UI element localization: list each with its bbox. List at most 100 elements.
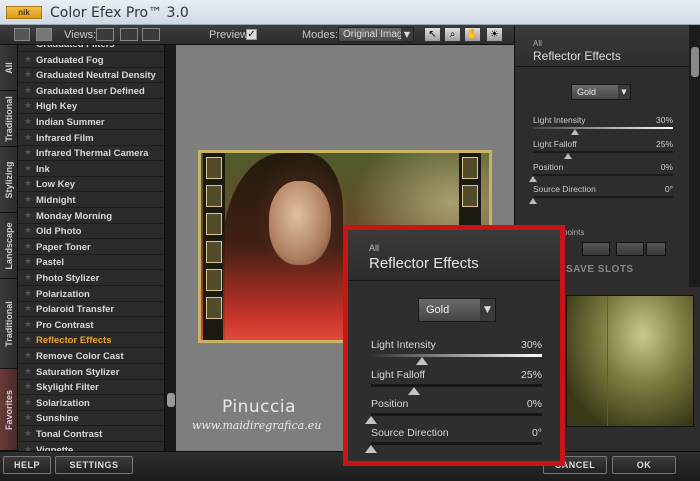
filter-list-item[interactable]: ★ Polaroid Transfer: [18, 302, 164, 318]
slider-thumb[interactable]: [365, 445, 377, 453]
slider-source-direction[interactable]: Source Direction 0°: [529, 184, 673, 208]
filter-list-item[interactable]: ★ Graduated Fog: [18, 53, 164, 68]
favorite-star-icon[interactable]: ★: [24, 429, 32, 439]
filter-list-item[interactable]: ★ Low Key: [18, 177, 164, 193]
slider-track[interactable]: [533, 127, 673, 129]
favorite-star-icon[interactable]: ★: [24, 211, 32, 221]
filter-list-item[interactable]: ★ Solarization: [18, 396, 164, 411]
favorite-star-icon[interactable]: ★: [24, 226, 32, 236]
slider-thumb[interactable]: [407, 387, 420, 395]
slider-position[interactable]: Position 0%: [529, 162, 673, 186]
light-tool-icon[interactable]: ☀: [486, 27, 503, 42]
favorite-star-icon[interactable]: ★: [24, 273, 32, 283]
slider-thumb[interactable]: [365, 416, 377, 424]
remove-point-button[interactable]: [582, 242, 610, 256]
slider-track[interactable]: [533, 174, 673, 176]
filter-list-item[interactable]: ★ Photo Stylizer: [18, 271, 164, 286]
favorite-star-icon[interactable]: ★: [24, 351, 32, 361]
slider-thumb[interactable]: [564, 153, 572, 159]
side-by-side-view-icon[interactable]: [142, 28, 160, 41]
hand-tool-icon[interactable]: ✋: [464, 27, 481, 42]
scrollbar-thumb[interactable]: [167, 393, 175, 407]
favorite-star-icon[interactable]: ★: [24, 398, 32, 408]
add-point-button[interactable]: [646, 242, 666, 256]
filter-list-item[interactable]: ★ Ink: [18, 162, 164, 177]
favorite-star-icon[interactable]: ★: [24, 101, 32, 111]
favorite-star-icon[interactable]: ★: [24, 45, 32, 49]
callout-slider-position[interactable]: Position 0%: [365, 398, 542, 424]
slider-track[interactable]: [371, 442, 542, 445]
compare-icon[interactable]: [36, 28, 52, 41]
filter-list-item[interactable]: ★ Graduated Filters: [18, 45, 164, 52]
slider-track[interactable]: [371, 413, 542, 416]
filter-list-item[interactable]: ★ Midnight: [18, 193, 164, 208]
favorite-star-icon[interactable]: ★: [24, 320, 32, 330]
slider-thumb[interactable]: [416, 357, 429, 365]
scrollbar-thumb[interactable]: [691, 47, 699, 77]
tab-all[interactable]: All: [0, 45, 18, 91]
pointer-tool-icon[interactable]: ↖: [424, 27, 441, 42]
favorite-star-icon[interactable]: ★: [24, 382, 32, 392]
callout-slider-source-direction[interactable]: Source Direction 0°: [365, 427, 542, 453]
tab-traditional-2[interactable]: Traditional: [0, 279, 18, 369]
favorite-star-icon[interactable]: ★: [24, 133, 32, 143]
filter-list-scrollbar[interactable]: [164, 45, 176, 451]
slider-light-intensity[interactable]: Light Intensity 30%: [533, 115, 673, 139]
filter-list-item[interactable]: ★ Vignette: [18, 443, 164, 451]
zoom-tool-icon[interactable]: ⌕: [444, 27, 461, 42]
filter-list-item[interactable]: ★ Reflector Effects: [18, 333, 164, 349]
reflector-color-select[interactable]: Gold ▼: [571, 84, 631, 100]
slider-light-falloff[interactable]: Light Falloff 25%: [533, 139, 673, 163]
favorite-star-icon[interactable]: ★: [24, 304, 32, 314]
slider-thumb[interactable]: [571, 129, 579, 135]
slider-track[interactable]: [533, 196, 673, 198]
slider-track[interactable]: [371, 354, 542, 357]
favorite-star-icon[interactable]: ★: [24, 117, 32, 127]
help-button[interactable]: HELP: [3, 456, 51, 474]
favorite-star-icon[interactable]: ★: [24, 148, 32, 158]
modes-select[interactable]: Original Image ▼: [338, 27, 414, 42]
slider-thumb[interactable]: [529, 176, 537, 182]
filter-list-item[interactable]: ★ Remove Color Cast: [18, 349, 164, 364]
tab-stylizing[interactable]: Stylizing: [0, 147, 18, 213]
tab-landscape[interactable]: Landscape: [0, 213, 18, 279]
slider-thumb[interactable]: [529, 198, 537, 204]
favorite-star-icon[interactable]: ★: [24, 413, 32, 423]
favorite-star-icon[interactable]: ★: [24, 195, 32, 205]
favorite-star-icon[interactable]: ★: [24, 367, 32, 377]
filter-list-item[interactable]: ★ Indian Summer: [18, 115, 164, 130]
duplicate-point-button[interactable]: [616, 242, 644, 256]
filter-list-item[interactable]: ★ Pastel: [18, 255, 164, 271]
filter-list-item[interactable]: ★ Paper Toner: [18, 240, 164, 255]
split-view-icon[interactable]: [120, 28, 138, 41]
filter-list-item[interactable]: ★ Graduated User Defined: [18, 84, 164, 99]
favorite-star-icon[interactable]: ★: [24, 257, 32, 267]
filter-list-item[interactable]: ★ Infrared Thermal Camera: [18, 146, 164, 162]
filter-list-item[interactable]: ★ Monday Morning: [18, 209, 164, 224]
favorite-star-icon[interactable]: ★: [24, 179, 32, 189]
preview-checkbox[interactable]: ✓: [246, 29, 257, 40]
tab-favorites[interactable]: Favorites: [0, 369, 18, 451]
filter-list-item[interactable]: ★ High Key: [18, 99, 164, 115]
favorite-star-icon[interactable]: ★: [24, 55, 32, 65]
favorite-star-icon[interactable]: ★: [24, 289, 32, 299]
single-view-icon[interactable]: [96, 28, 114, 41]
filter-list-item[interactable]: ★ Graduated Neutral Density: [18, 68, 164, 84]
filter-list-item[interactable]: ★ Tonal Contrast: [18, 427, 164, 442]
panel-scrollbar[interactable]: [689, 25, 700, 287]
filter-list-item[interactable]: ★ Saturation Stylizer: [18, 365, 164, 380]
callout-color-select[interactable]: Gold ▼: [418, 298, 496, 322]
filter-list-item[interactable]: ★ Polarization: [18, 287, 164, 302]
settings-button[interactable]: SETTINGS: [55, 456, 133, 474]
filter-list-item[interactable]: ★ Infrared Film: [18, 131, 164, 146]
filter-list-item[interactable]: ★ Skylight Filter: [18, 380, 164, 396]
layout-icon[interactable]: [14, 28, 30, 41]
favorite-star-icon[interactable]: ★: [24, 164, 32, 174]
callout-slider-light-falloff[interactable]: Light Falloff 25%: [371, 369, 542, 395]
favorite-star-icon[interactable]: ★: [24, 242, 32, 252]
favorite-star-icon[interactable]: ★: [24, 70, 32, 80]
slider-track[interactable]: [533, 151, 673, 153]
ok-button[interactable]: OK: [612, 456, 676, 474]
tab-traditional[interactable]: Traditional: [0, 91, 18, 147]
favorite-star-icon[interactable]: ★: [24, 335, 32, 345]
